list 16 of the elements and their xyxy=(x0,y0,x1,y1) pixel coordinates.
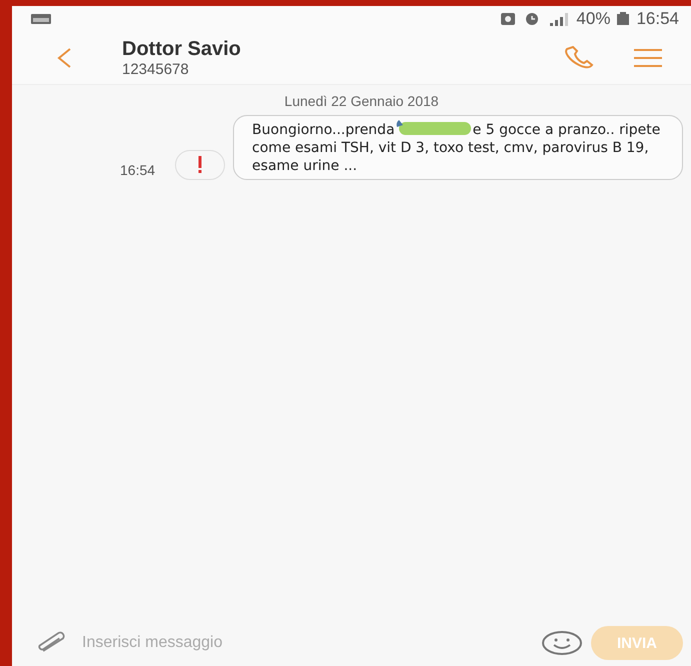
date-label: Lunedì 22 Gennaio 2018 xyxy=(283,93,440,109)
gallery-icon xyxy=(500,12,516,26)
battery-percent: 40% xyxy=(576,9,610,29)
contact-name: Dottor Savio xyxy=(122,38,242,61)
phone-number: 12345678 xyxy=(122,61,190,78)
exclamation-icon xyxy=(197,156,204,174)
battery-icon xyxy=(616,12,630,26)
send-failed-button[interactable] xyxy=(175,150,226,180)
signal-icon xyxy=(548,12,570,26)
message-input[interactable]: Inserisci messaggio xyxy=(80,633,533,653)
emoji-icon[interactable] xyxy=(541,630,583,656)
message-text: Buongiorno...prenda e 5 gocce a pranzo.. ripete come esami TSH, vit D 3, toxo test, cmv, parovirus B 19, esame urine ... xyxy=(252,122,660,174)
menu-icon[interactable] xyxy=(633,48,663,68)
message-time: 16:54 xyxy=(120,162,156,178)
back-icon[interactable] xyxy=(56,47,72,69)
clock-time: 16:54 xyxy=(636,9,679,29)
